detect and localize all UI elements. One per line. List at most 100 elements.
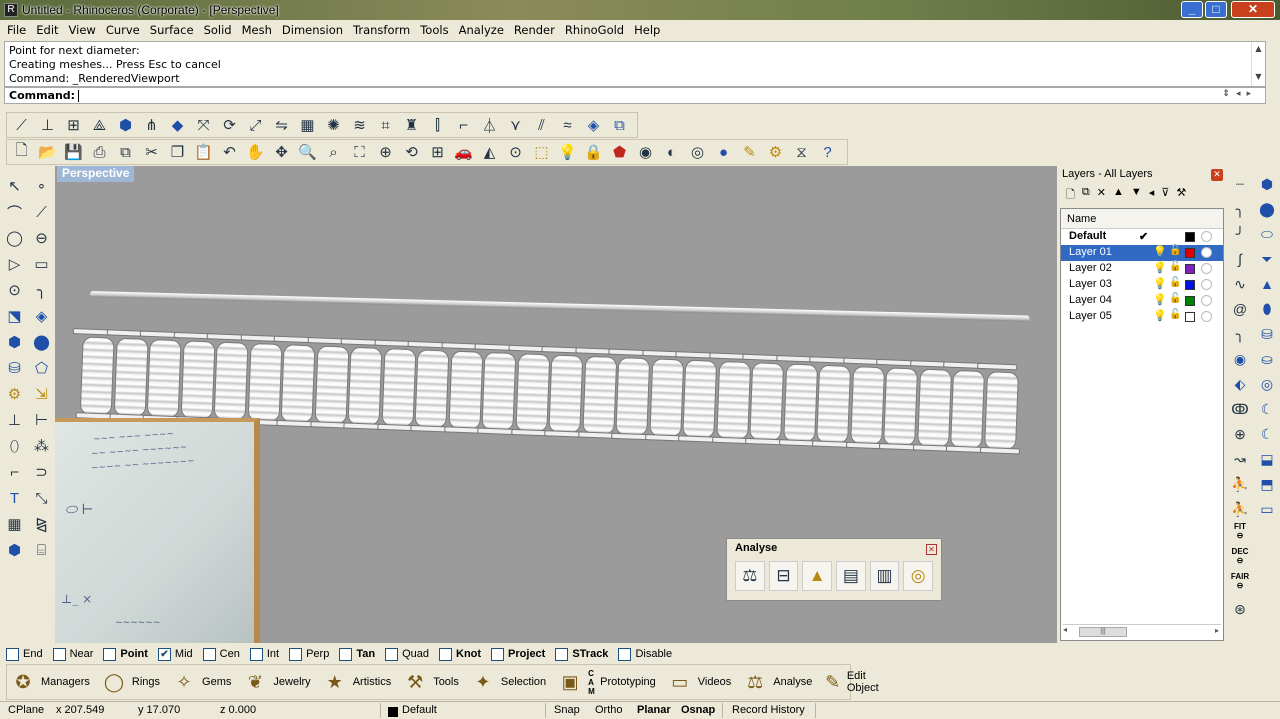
ortho-toggle[interactable]: Ortho xyxy=(595,704,623,716)
osnap-checkbox[interactable] xyxy=(491,647,505,661)
tab-jewelry[interactable]: ❦ Jewelry xyxy=(241,668,314,696)
gear-icon[interactable]: ⚙ xyxy=(2,382,27,406)
tab-selection[interactable]: ✦ Selection xyxy=(469,668,550,696)
render-preview-icon[interactable]: ◭ xyxy=(478,141,501,163)
chain-link-icon[interactable]: ⊕ xyxy=(1228,422,1252,446)
torus-icon[interactable]: ⬭ xyxy=(1255,222,1279,246)
wave-icon[interactable]: ∿ xyxy=(1228,272,1252,296)
move-down-icon[interactable]: ▼ xyxy=(1131,186,1142,202)
menu-curve[interactable]: Curve xyxy=(101,23,145,37)
tab-edit-object[interactable]: ✎ Edit Object xyxy=(822,668,890,696)
select-icon[interactable]: ⬚ xyxy=(530,141,553,163)
extrude-icon[interactable]: ⟁ xyxy=(88,114,111,136)
menu-transform[interactable]: Transform xyxy=(348,23,415,37)
layer-visibility-icon[interactable]: 💡 xyxy=(1153,309,1167,322)
panel-icon[interactable]: ⬒ xyxy=(1255,472,1279,496)
move-up-icon[interactable]: ▲ xyxy=(1113,186,1124,202)
tab-managers[interactable]: ✪ Managers xyxy=(9,668,94,696)
osnap-tan[interactable]: Tan xyxy=(339,647,385,661)
new-sublayer-icon[interactable]: ⧉ xyxy=(1082,186,1090,202)
zoom-selected-icon[interactable]: ⊕ xyxy=(374,141,397,163)
osnap-knot[interactable]: Knot xyxy=(439,647,491,661)
scale-icon[interactable]: ⤢ xyxy=(244,114,267,136)
figure-2-icon[interactable]: ⛹ xyxy=(1228,497,1252,521)
osnap-checkbox[interactable] xyxy=(103,647,117,661)
patch-icon[interactable]: ◈ xyxy=(29,304,54,328)
mesh-icon[interactable]: ⬠ xyxy=(29,356,54,380)
menu-help[interactable]: Help xyxy=(629,23,665,37)
save-icon[interactable]: 💾 xyxy=(62,141,85,163)
command-controls[interactable]: ⇕◂▸ xyxy=(1222,89,1257,99)
cylinder-icon[interactable]: ⛁ xyxy=(2,356,27,380)
zoom-icon[interactable]: 🔍 xyxy=(296,141,319,163)
group-icon[interactable]: ⁂ xyxy=(29,434,54,458)
menu-analyze[interactable]: Analyze xyxy=(454,23,509,37)
osnap-toggle[interactable]: Osnap xyxy=(681,704,715,716)
arc-right-icon[interactable]: ╮ xyxy=(1228,322,1252,346)
osnap-disable[interactable]: Disable xyxy=(618,647,682,661)
layers-hscrollbar[interactable]: ◂ ||| ▸ xyxy=(1063,624,1221,638)
menu-solid[interactable]: Solid xyxy=(199,23,237,37)
crescent-icon[interactable]: ☾ xyxy=(1255,397,1279,421)
crescent-2-icon[interactable]: ☾ xyxy=(1255,422,1279,446)
layer-row[interactable]: Layer 04 💡 🔓 xyxy=(1061,293,1223,309)
new-layer-icon[interactable]: 🗋 xyxy=(1066,186,1075,202)
taper-icon[interactable]: ⏃ xyxy=(478,114,501,136)
move-left-icon[interactable]: ◂ xyxy=(1149,186,1155,202)
polygon-icon[interactable]: ▷ xyxy=(2,252,27,276)
layer-lock-icon[interactable]: 🔓 xyxy=(1169,261,1181,272)
weigh-icon[interactable]: ⊟ xyxy=(768,561,799,591)
clasp-icon[interactable]: ↂ xyxy=(1228,397,1252,421)
ellipse-icon[interactable]: ⊖ xyxy=(29,226,54,250)
curve-corner-icon[interactable]: ╮ xyxy=(1228,197,1252,221)
osnap-checkbox[interactable] xyxy=(618,647,632,661)
tape-icon[interactable]: ⊢ xyxy=(29,408,54,432)
measure-ring-icon[interactable]: ◎ xyxy=(903,561,934,591)
s-curve-icon[interactable]: ∫ xyxy=(1228,247,1252,271)
figure-icon[interactable]: ⛹ xyxy=(1228,472,1252,496)
menu-mesh[interactable]: Mesh xyxy=(237,23,277,37)
osnap-checkbox[interactable] xyxy=(289,647,303,661)
twist-icon[interactable]: ⋎ xyxy=(504,114,527,136)
fit-icon[interactable]: FIT ⊖ xyxy=(1228,522,1252,546)
shaded-sphere-icon[interactable]: ◐ xyxy=(660,141,683,163)
pan-hand-icon[interactable]: ✋ xyxy=(244,141,267,163)
layers-column-name[interactable]: Name xyxy=(1061,209,1223,229)
scale-icon[interactable]: ⚖ xyxy=(735,561,765,591)
osnap-checkbox[interactable] xyxy=(339,647,353,661)
open-folder-icon[interactable]: 📂 xyxy=(36,141,59,163)
scroll-thumb[interactable]: ||| xyxy=(1079,627,1127,637)
gumball-icon[interactable]: ♜ xyxy=(400,114,423,136)
tube-icon[interactable]: ⛀ xyxy=(1255,347,1279,371)
dimension-left-icon[interactable]: ⊥ xyxy=(2,408,27,432)
current-layer-check-icon[interactable]: ✔ xyxy=(1139,230,1148,243)
osnap-strack[interactable]: STrack xyxy=(555,647,618,661)
viewport-label[interactable]: Perspective xyxy=(57,166,135,182)
layer-visibility-icon[interactable]: 💡 xyxy=(1153,261,1167,274)
circle-icon[interactable]: ◯ xyxy=(2,226,27,250)
osnap-cen[interactable]: Cen xyxy=(202,647,250,661)
new-file-icon[interactable]: 🗋 xyxy=(10,141,33,163)
layer-material-icon[interactable] xyxy=(1201,263,1212,274)
layer-row[interactable]: Layer 03 💡 🔓 xyxy=(1061,277,1223,293)
solid-sphere-icon[interactable]: ⬤ xyxy=(29,330,54,354)
cage-icon[interactable]: ⌗ xyxy=(374,114,397,136)
layer-lock-icon[interactable]: 🔓 xyxy=(1169,245,1181,256)
rendered-sphere-icon[interactable]: ● xyxy=(712,141,735,163)
undo-icon[interactable]: ↶ xyxy=(218,141,241,163)
refit-icon[interactable]: ⊛ xyxy=(1228,597,1252,621)
transform-icon[interactable]: ⇲ xyxy=(29,382,54,406)
array-icon[interactable]: ▦ xyxy=(296,114,319,136)
osnap-checkbox[interactable]: ✔ xyxy=(157,647,171,661)
report-save-icon[interactable]: ▥ xyxy=(869,561,900,591)
planar-toggle[interactable]: Planar xyxy=(637,704,671,716)
layer-visibility-icon[interactable]: 💡 xyxy=(1153,293,1167,306)
menu-file[interactable]: File xyxy=(2,23,31,37)
spiral-icon[interactable]: @ xyxy=(1228,297,1252,321)
tab-analyse[interactable]: ⚖ Analyse xyxy=(741,668,816,696)
layer-material-icon[interactable] xyxy=(1201,279,1212,290)
osnap-quad[interactable]: Quad xyxy=(385,647,439,661)
layer-color-swatch[interactable] xyxy=(1185,232,1195,242)
osnap-int[interactable]: Int xyxy=(249,647,289,661)
explode-icon[interactable]: ⤡ xyxy=(29,486,54,510)
